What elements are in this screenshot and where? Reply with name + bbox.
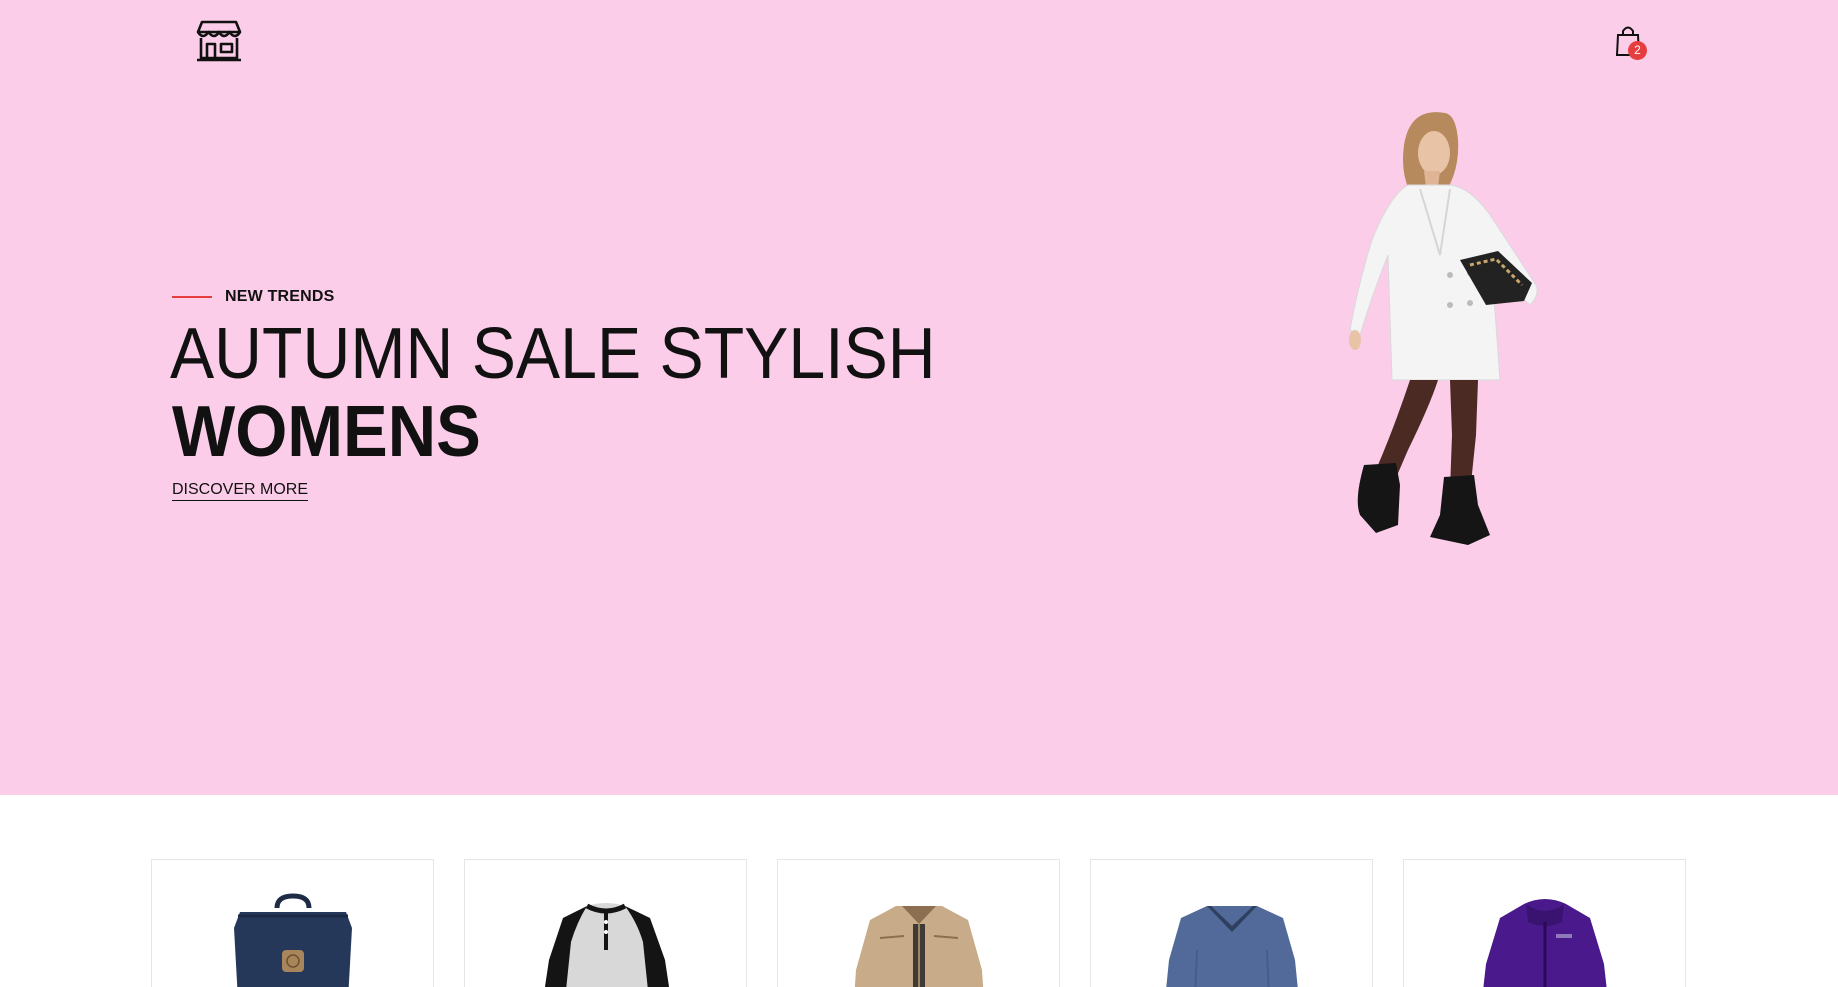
product-card-henley-shirt[interactable] — [464, 859, 747, 987]
product-card-purple-jacket[interactable] — [1403, 859, 1686, 987]
product-grid — [151, 859, 1687, 987]
cart-count-badge: 2 — [1628, 41, 1647, 60]
storefront-icon[interactable] — [196, 18, 242, 62]
page: 2 NEW TRENDS AUTUMN SALE STYLISH WOMENS … — [0, 0, 1838, 987]
eyebrow-text: NEW TRENDS — [225, 288, 335, 305]
hero-headline-line2: WOMENS — [172, 392, 481, 472]
hero-banner: 2 NEW TRENDS AUTUMN SALE STYLISH WOMENS … — [0, 0, 1838, 795]
eyebrow-accent-line — [172, 296, 212, 298]
hero-headline-line1: AUTUMN SALE STYLISH — [170, 314, 936, 394]
eyebrow: NEW TRENDS — [172, 288, 335, 306]
product-image-blue-sweater — [1166, 906, 1298, 987]
discover-more-link[interactable]: DISCOVER MORE — [172, 481, 309, 501]
product-image-purple-jacket — [1483, 899, 1607, 987]
hero-model-image — [1349, 112, 1538, 545]
product-image-beige-jacket — [854, 906, 984, 987]
product-image-backpack — [234, 893, 352, 987]
product-image-henley-shirt — [544, 903, 670, 987]
product-card-blue-sweater[interactable] — [1090, 859, 1373, 987]
product-card-beige-jacket[interactable] — [777, 859, 1060, 987]
product-card-backpack[interactable] — [151, 859, 434, 987]
